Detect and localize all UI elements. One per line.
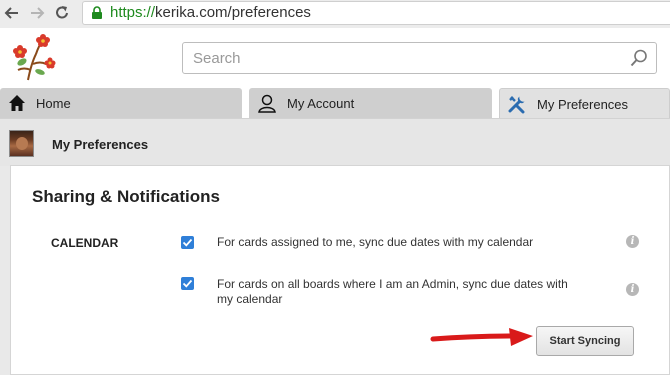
- sharing-notifications-panel: Sharing & Notifications CALENDAR For car…: [10, 165, 670, 375]
- tab-home-label: Home: [36, 96, 71, 111]
- tab-my-preferences-label: My Preferences: [537, 97, 629, 112]
- info-icon[interactable]: i: [626, 235, 639, 248]
- main-tabs: Home My Account My Preferences: [0, 88, 670, 118]
- url-protocol: https://: [110, 4, 156, 21]
- preferences-header: My Preferences: [0, 118, 670, 166]
- url-path: kerika.com/preferences: [155, 4, 311, 21]
- tab-my-account-label: My Account: [287, 96, 355, 111]
- option-admin-boards-text: For cards on all boards where I am an Ad…: [217, 277, 568, 306]
- start-syncing-button[interactable]: Start Syncing: [536, 326, 634, 356]
- back-arrow-icon[interactable]: [2, 3, 22, 23]
- app-header: Search: [0, 28, 670, 88]
- lock-icon: [92, 6, 102, 19]
- url-text: https://kerika.com/preferences: [110, 5, 311, 21]
- search-icon[interactable]: [630, 49, 648, 67]
- red-arrow-icon: [430, 328, 533, 346]
- search-placeholder: Search: [193, 50, 241, 67]
- sync-admin-boards-checkbox[interactable]: [181, 277, 194, 290]
- tab-my-account[interactable]: My Account: [249, 88, 492, 118]
- url-field[interactable]: https://kerika.com/preferences: [82, 1, 670, 25]
- option-assigned-cards-text: For cards assigned to me, sync due dates…: [217, 235, 534, 249]
- tab-my-preferences[interactable]: My Preferences: [499, 88, 670, 118]
- info-icon[interactable]: i: [626, 283, 639, 296]
- page-title: My Preferences: [52, 137, 149, 152]
- avatar[interactable]: [9, 130, 34, 157]
- tools-icon: [508, 96, 525, 114]
- sync-assigned-cards-checkbox[interactable]: [181, 236, 194, 249]
- browser-address-bar: https://kerika.com/preferences: [0, 0, 670, 29]
- checkmark-icon: [182, 279, 193, 288]
- checkmark-icon: [182, 238, 193, 247]
- forward-arrow-icon[interactable]: [27, 3, 47, 23]
- calendar-label: CALENDAR: [51, 236, 119, 250]
- home-icon: [9, 95, 25, 111]
- section-title: Sharing & Notifications: [32, 187, 220, 206]
- reload-icon[interactable]: [52, 3, 72, 23]
- kerika-flower-logo-icon[interactable]: [10, 32, 58, 82]
- tab-home[interactable]: Home: [0, 88, 242, 118]
- user-icon: [258, 94, 276, 113]
- search-input[interactable]: Search: [182, 42, 657, 74]
